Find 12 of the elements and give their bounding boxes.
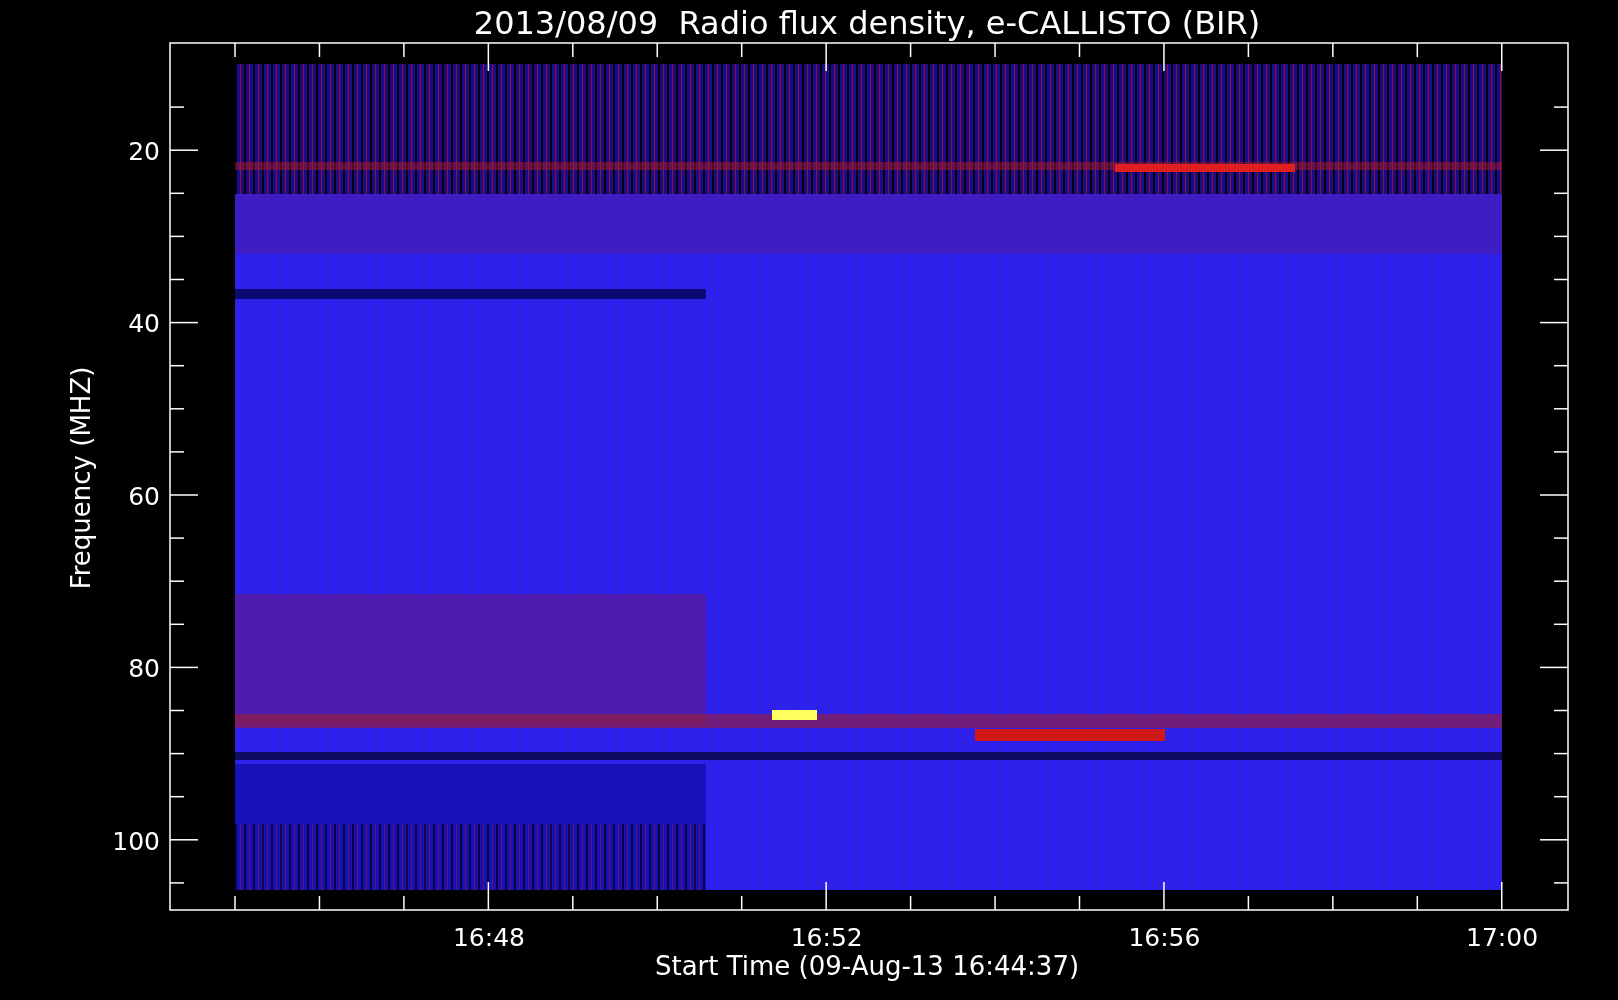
chart-title: 2013/08/09 Radio flux density, e-CALLISTO (BIR) bbox=[473, 4, 1261, 42]
x-axis-label: Start Time (09-Aug-13 16:44:37) bbox=[654, 951, 1080, 981]
y-tick-label: 100 bbox=[112, 826, 160, 856]
y-axis-label: Frequency (MHZ) bbox=[66, 366, 96, 590]
x-tick-label: 17:00 bbox=[1466, 923, 1539, 952]
y-tick-label: 20 bbox=[128, 137, 160, 166]
x-tick-label: 16:48 bbox=[453, 923, 525, 952]
x-tick-label: 16:52 bbox=[790, 923, 863, 952]
x-tick-label: 16:56 bbox=[1128, 923, 1201, 952]
y-tick-label: 60 bbox=[128, 481, 160, 511]
y-tick-label: 80 bbox=[128, 654, 160, 684]
y-tick-label: 40 bbox=[128, 309, 160, 339]
